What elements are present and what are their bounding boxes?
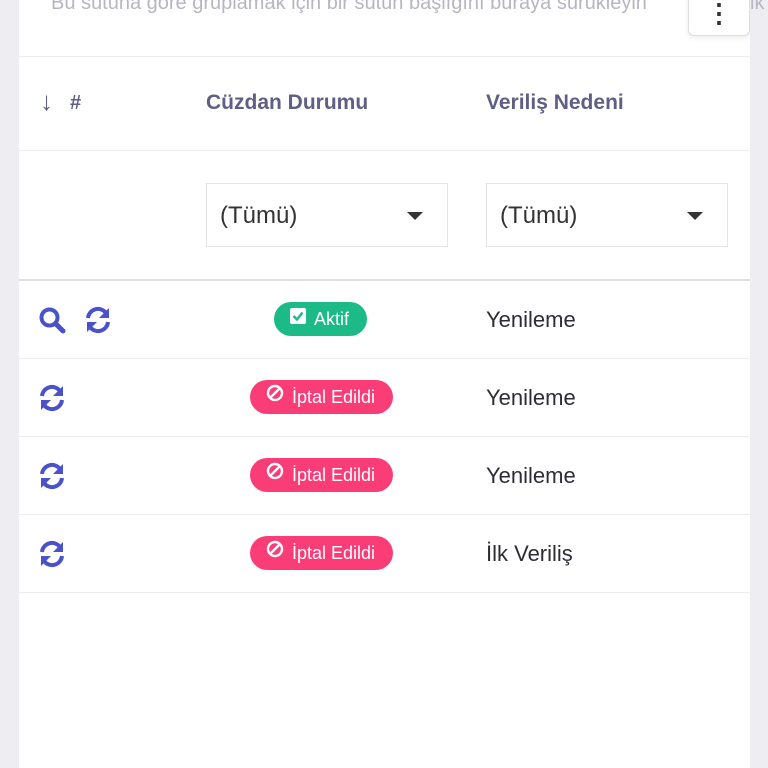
issue-reason-cell: Yenileme <box>486 463 576 488</box>
status-badge: Aktif <box>274 301 368 336</box>
status-badge: İptal Edildi <box>250 457 394 492</box>
refresh-icon[interactable] <box>83 305 113 335</box>
caret-down-icon <box>687 212 703 220</box>
status-badge: İptal Edildi <box>250 535 394 570</box>
check-square-icon <box>290 301 306 335</box>
issue-reason-cell: Yenileme <box>486 307 576 332</box>
wallet-status-filter-select[interactable]: (Tümü) <box>206 183 448 247</box>
sort-arrow-icon[interactable]: ↓ <box>40 86 53 116</box>
status-label: İptal Edildi <box>292 465 376 485</box>
column-header-index[interactable]: # <box>70 88 81 118</box>
status-label: Aktif <box>314 309 350 329</box>
data-grid-panel: Bu sütuna göre gruplamak için bir sütun … <box>19 0 750 768</box>
table-row: İptal Edildi Yenileme <box>19 437 750 515</box>
refresh-icon[interactable] <box>37 383 67 413</box>
issue-reason-cell: İlk Veriliş <box>486 541 573 566</box>
group-panel-hint: Bu sütuna göre gruplamak için bir sütun … <box>51 0 647 14</box>
status-label: İptal Edildi <box>292 387 376 407</box>
column-header-wallet-status[interactable]: Cüzdan Durumu <box>206 88 368 118</box>
table-row: İptal Edildi Yenileme <box>19 359 750 437</box>
status-label: İptal Edildi <box>292 543 376 563</box>
table-row: Aktif Yenileme <box>19 281 750 359</box>
refresh-icon[interactable] <box>37 539 67 569</box>
more-vertical-icon: ⋮ <box>706 0 732 29</box>
divider <box>19 56 750 57</box>
divider <box>19 150 750 151</box>
divider <box>19 592 750 593</box>
refresh-icon[interactable] <box>37 461 67 491</box>
filter-value: (Tümü) <box>500 202 578 229</box>
table-row: İptal Edildi İlk Veriliş <box>19 515 750 593</box>
filter-value: (Tümü) <box>220 202 298 229</box>
column-header-issue-reason[interactable]: Veriliş Nedeni <box>486 88 624 118</box>
status-badge: İptal Edildi <box>250 379 394 414</box>
column-chooser-menu-button[interactable]: ⋮ <box>688 0 750 36</box>
ban-icon <box>266 457 284 491</box>
ban-icon <box>266 535 284 569</box>
search-icon[interactable] <box>37 305 67 335</box>
caret-down-icon <box>407 212 423 220</box>
issue-reason-cell: Yenileme <box>486 385 576 410</box>
issue-reason-filter-select[interactable]: (Tümü) <box>486 183 728 247</box>
clipped-text: ik <box>750 0 765 14</box>
ban-icon <box>266 379 284 413</box>
